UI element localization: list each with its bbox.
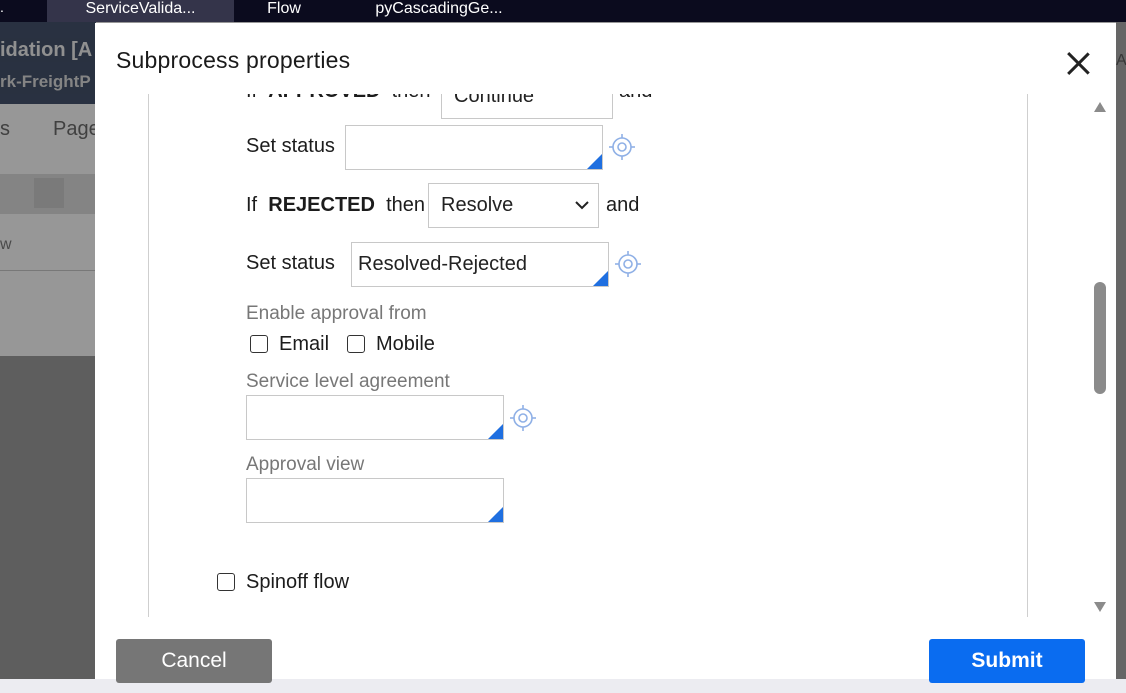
submit-button[interactable]: Submit (929, 639, 1085, 683)
approved-and-label: and (619, 94, 652, 103)
set-status-rejected-input[interactable]: Resolved-Rejected (351, 242, 609, 287)
set-status-label: Set status (246, 135, 335, 157)
target-icon[interactable] (608, 133, 636, 161)
email-checkbox-label: Email (279, 333, 330, 355)
mobile-checkbox-label: Mobile (376, 333, 435, 355)
autocomplete-corner-icon (488, 424, 503, 439)
set-status-label: Set status (246, 252, 335, 274)
sla-label: Service level agreement (246, 371, 450, 392)
cancel-button[interactable]: Cancel (116, 639, 272, 683)
dialog-content[interactable]: If APPROVED then Continue and Set status… (95, 94, 1116, 617)
tab-bar-ellipsis: . (0, 0, 4, 15)
rejected-if-label: If REJECTED then (246, 194, 426, 216)
set-status-approved-input[interactable] (345, 125, 603, 170)
autocomplete-corner-icon (587, 154, 602, 169)
subprocess-properties-dialog: Subprocess properties If APPROVED then C… (95, 23, 1116, 683)
approved-action-select[interactable]: Continue (441, 94, 613, 119)
approval-view-label: Approval view (246, 454, 365, 475)
tab-bar: . ServiceValida... Flow pyCascadingGe... (0, 0, 1126, 22)
autocomplete-corner-icon (488, 507, 503, 522)
close-icon[interactable] (1063, 48, 1093, 78)
approval-view-input[interactable] (246, 478, 504, 523)
scroll-up-icon[interactable] (1093, 101, 1107, 113)
right-border (1027, 94, 1028, 617)
left-border (148, 94, 149, 617)
mobile-checkbox[interactable] (347, 335, 365, 353)
tab-flow[interactable]: Flow (234, 0, 334, 22)
scroll-down-icon[interactable] (1093, 601, 1107, 613)
tab-servicevalidation[interactable]: ServiceValida... (47, 0, 234, 22)
tab-pycascading[interactable]: pyCascadingGe... (334, 0, 544, 22)
target-icon[interactable] (509, 404, 537, 432)
scrollbar-thumb[interactable] (1094, 282, 1106, 394)
rejected-and-label: and (606, 194, 640, 216)
email-checkbox[interactable] (250, 335, 268, 353)
dialog-title: Subprocess properties (116, 47, 351, 73)
chevron-down-icon (575, 201, 589, 210)
autocomplete-corner-icon (593, 271, 608, 286)
approved-if-label: If APPROVED then (246, 94, 431, 103)
spinoff-flow-label: Spinoff flow (246, 571, 350, 593)
sla-input[interactable] (246, 395, 504, 440)
spinoff-flow-checkbox[interactable] (217, 573, 235, 591)
target-icon[interactable] (614, 250, 642, 278)
enable-approval-label: Enable approval from (246, 303, 427, 324)
rejected-action-select[interactable]: Resolve (428, 183, 599, 228)
